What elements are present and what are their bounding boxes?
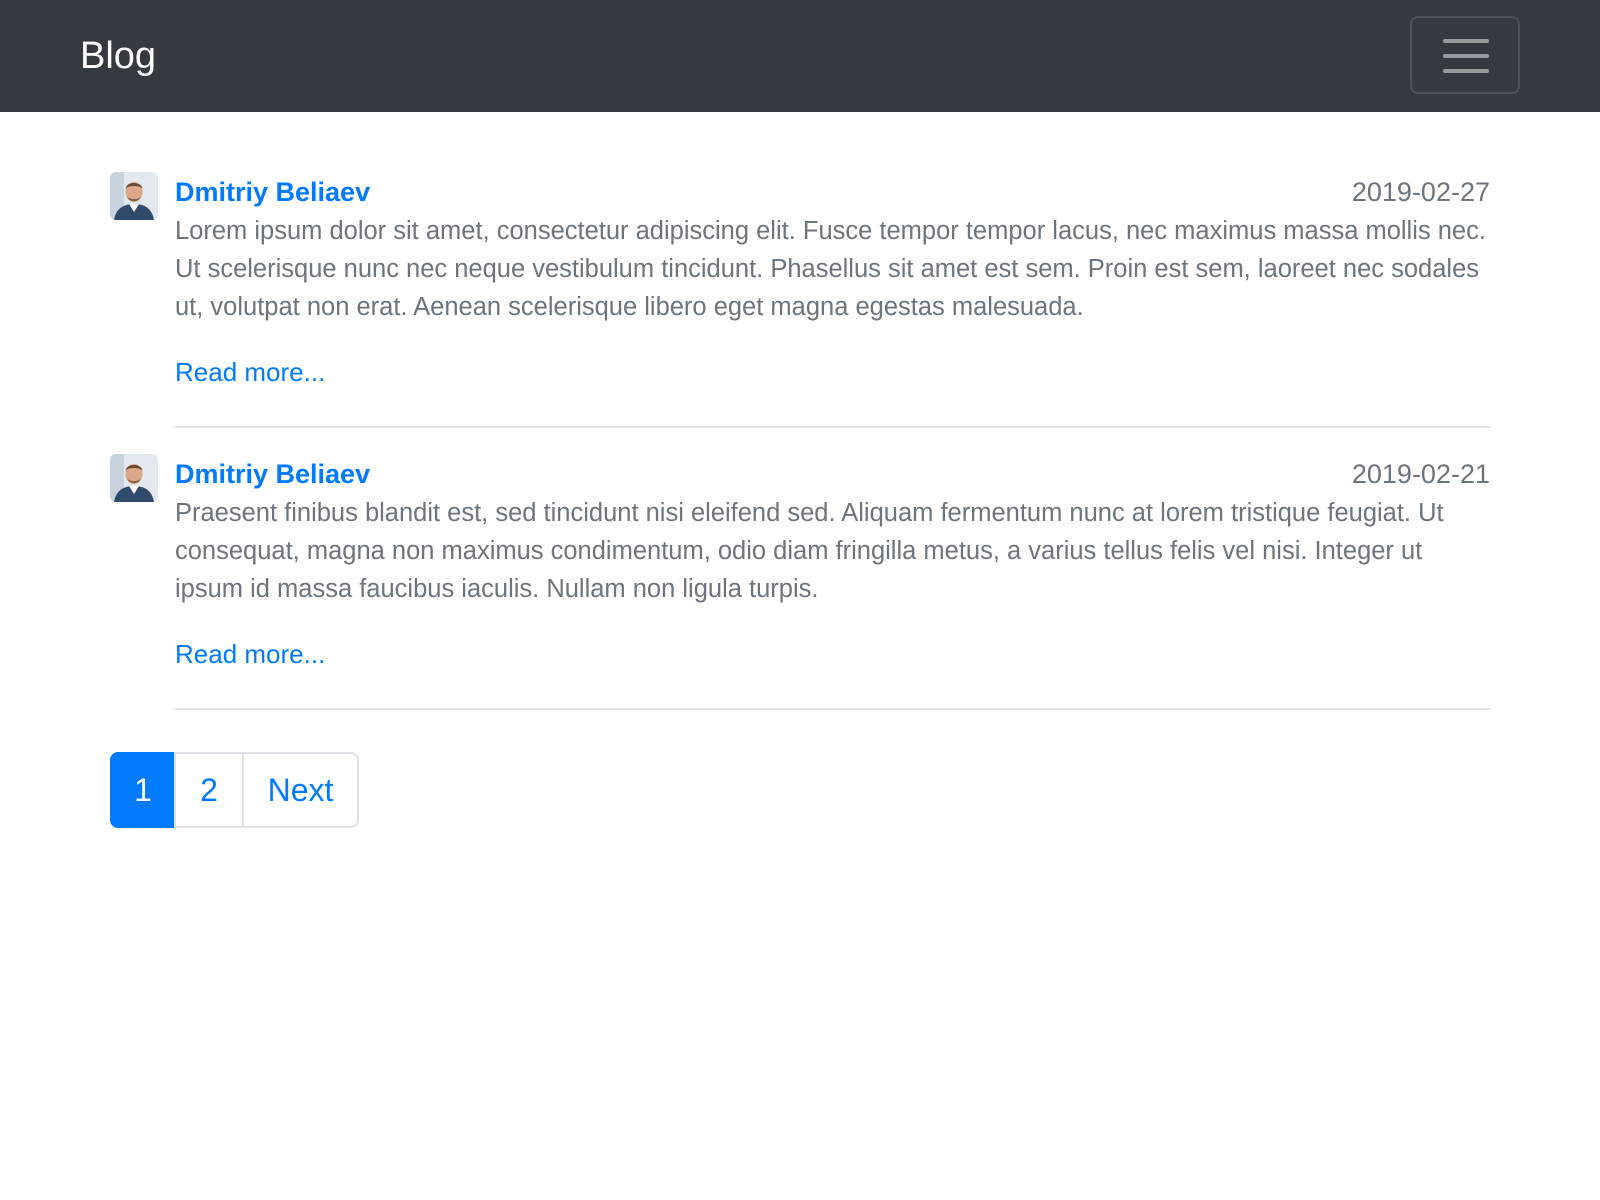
top-navbar: Blog xyxy=(0,0,1600,112)
author-link[interactable]: Dmitriy Beliaev xyxy=(175,456,370,492)
post-date: 2019-02-27 xyxy=(1351,177,1490,207)
post-divider xyxy=(175,708,1490,710)
post-date: 2019-02-21 xyxy=(1351,459,1490,489)
next-page-link[interactable]: Next xyxy=(242,752,359,828)
author-link[interactable]: Dmitriy Beliaev xyxy=(175,174,370,210)
post-excerpt: Lorem ipsum dolor sit amet, consectetur … xyxy=(175,217,1486,321)
page-link-2[interactable]: 2 xyxy=(174,752,244,828)
pagination: 1 2 Next xyxy=(110,752,359,828)
post-excerpt: Praesent finibus blandit est, sed tincid… xyxy=(175,499,1444,603)
brand-link[interactable]: Blog xyxy=(80,32,156,80)
read-more-link[interactable]: Read more... xyxy=(175,636,325,672)
read-more-link[interactable]: Read more... xyxy=(175,354,325,390)
author-avatar xyxy=(110,172,158,220)
page-link-1[interactable]: 1 xyxy=(110,752,176,828)
navbar-toggle-button[interactable] xyxy=(1410,16,1520,94)
post-divider xyxy=(175,426,1490,428)
author-avatar xyxy=(110,454,158,502)
